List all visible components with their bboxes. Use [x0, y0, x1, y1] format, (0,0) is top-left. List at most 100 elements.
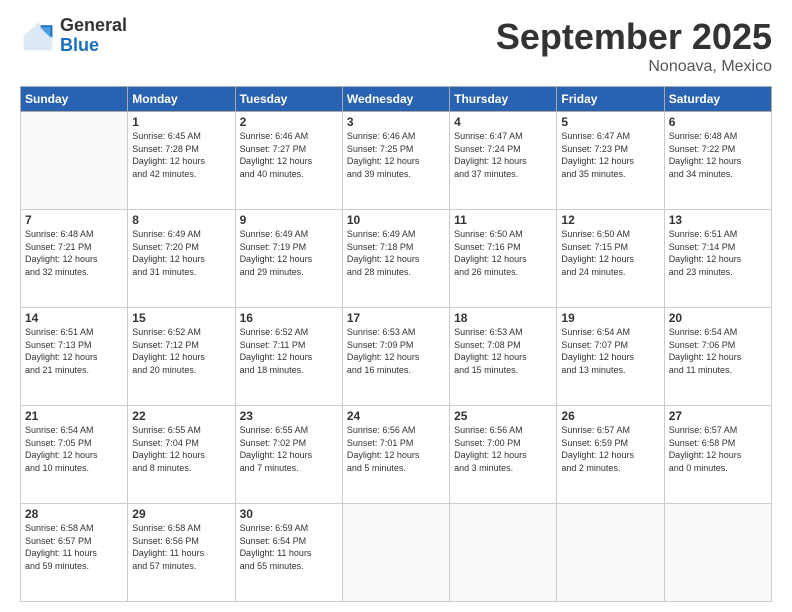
calendar-week-row-0: 1Sunrise: 6:45 AM Sunset: 7:28 PM Daylig… — [21, 112, 772, 210]
logo-text: General Blue — [60, 16, 127, 56]
day-info: Sunrise: 6:54 AM Sunset: 7:07 PM Dayligh… — [561, 326, 659, 376]
calendar-cell — [21, 112, 128, 210]
day-number: 1 — [132, 115, 230, 129]
header-saturday: Saturday — [664, 87, 771, 112]
calendar-week-row-2: 14Sunrise: 6:51 AM Sunset: 7:13 PM Dayli… — [21, 308, 772, 406]
calendar-cell: 27Sunrise: 6:57 AM Sunset: 6:58 PM Dayli… — [664, 406, 771, 504]
day-number: 8 — [132, 213, 230, 227]
calendar-header-row: Sunday Monday Tuesday Wednesday Thursday… — [21, 87, 772, 112]
calendar-cell: 23Sunrise: 6:55 AM Sunset: 7:02 PM Dayli… — [235, 406, 342, 504]
header-friday: Friday — [557, 87, 664, 112]
day-number: 28 — [25, 507, 123, 521]
day-number: 14 — [25, 311, 123, 325]
header-wednesday: Wednesday — [342, 87, 449, 112]
day-info: Sunrise: 6:46 AM Sunset: 7:27 PM Dayligh… — [240, 130, 338, 180]
calendar-week-row-4: 28Sunrise: 6:58 AM Sunset: 6:57 PM Dayli… — [21, 504, 772, 602]
day-number: 16 — [240, 311, 338, 325]
calendar-cell — [557, 504, 664, 602]
day-number: 11 — [454, 213, 552, 227]
day-info: Sunrise: 6:50 AM Sunset: 7:15 PM Dayligh… — [561, 228, 659, 278]
day-info: Sunrise: 6:45 AM Sunset: 7:28 PM Dayligh… — [132, 130, 230, 180]
day-number: 19 — [561, 311, 659, 325]
calendar-cell: 15Sunrise: 6:52 AM Sunset: 7:12 PM Dayli… — [128, 308, 235, 406]
header-sunday: Sunday — [21, 87, 128, 112]
day-info: Sunrise: 6:53 AM Sunset: 7:08 PM Dayligh… — [454, 326, 552, 376]
day-info: Sunrise: 6:51 AM Sunset: 7:13 PM Dayligh… — [25, 326, 123, 376]
calendar-week-row-3: 21Sunrise: 6:54 AM Sunset: 7:05 PM Dayli… — [21, 406, 772, 504]
calendar-cell — [450, 504, 557, 602]
day-number: 22 — [132, 409, 230, 423]
calendar-cell: 19Sunrise: 6:54 AM Sunset: 7:07 PM Dayli… — [557, 308, 664, 406]
day-number: 6 — [669, 115, 767, 129]
logo: General Blue — [20, 16, 127, 56]
day-number: 23 — [240, 409, 338, 423]
day-info: Sunrise: 6:56 AM Sunset: 7:01 PM Dayligh… — [347, 424, 445, 474]
header-monday: Monday — [128, 87, 235, 112]
day-number: 21 — [25, 409, 123, 423]
title-location: Nonoava, Mexico — [496, 58, 772, 76]
calendar-cell: 9Sunrise: 6:49 AM Sunset: 7:19 PM Daylig… — [235, 210, 342, 308]
day-info: Sunrise: 6:48 AM Sunset: 7:21 PM Dayligh… — [25, 228, 123, 278]
calendar-cell: 12Sunrise: 6:50 AM Sunset: 7:15 PM Dayli… — [557, 210, 664, 308]
day-number: 26 — [561, 409, 659, 423]
day-info: Sunrise: 6:52 AM Sunset: 7:12 PM Dayligh… — [132, 326, 230, 376]
header-thursday: Thursday — [450, 87, 557, 112]
calendar-cell: 20Sunrise: 6:54 AM Sunset: 7:06 PM Dayli… — [664, 308, 771, 406]
calendar-cell: 26Sunrise: 6:57 AM Sunset: 6:59 PM Dayli… — [557, 406, 664, 504]
calendar-cell: 5Sunrise: 6:47 AM Sunset: 7:23 PM Daylig… — [557, 112, 664, 210]
calendar-cell: 6Sunrise: 6:48 AM Sunset: 7:22 PM Daylig… — [664, 112, 771, 210]
calendar-cell: 28Sunrise: 6:58 AM Sunset: 6:57 PM Dayli… — [21, 504, 128, 602]
day-number: 27 — [669, 409, 767, 423]
day-number: 4 — [454, 115, 552, 129]
day-info: Sunrise: 6:54 AM Sunset: 7:06 PM Dayligh… — [669, 326, 767, 376]
calendar-cell: 24Sunrise: 6:56 AM Sunset: 7:01 PM Dayli… — [342, 406, 449, 504]
day-info: Sunrise: 6:49 AM Sunset: 7:18 PM Dayligh… — [347, 228, 445, 278]
calendar-cell: 10Sunrise: 6:49 AM Sunset: 7:18 PM Dayli… — [342, 210, 449, 308]
calendar-cell — [342, 504, 449, 602]
day-number: 29 — [132, 507, 230, 521]
day-number: 12 — [561, 213, 659, 227]
day-info: Sunrise: 6:49 AM Sunset: 7:19 PM Dayligh… — [240, 228, 338, 278]
day-info: Sunrise: 6:47 AM Sunset: 7:24 PM Dayligh… — [454, 130, 552, 180]
calendar-cell: 11Sunrise: 6:50 AM Sunset: 7:16 PM Dayli… — [450, 210, 557, 308]
day-info: Sunrise: 6:49 AM Sunset: 7:20 PM Dayligh… — [132, 228, 230, 278]
day-number: 25 — [454, 409, 552, 423]
calendar-cell: 13Sunrise: 6:51 AM Sunset: 7:14 PM Dayli… — [664, 210, 771, 308]
day-number: 15 — [132, 311, 230, 325]
day-number: 13 — [669, 213, 767, 227]
day-info: Sunrise: 6:52 AM Sunset: 7:11 PM Dayligh… — [240, 326, 338, 376]
calendar-cell: 29Sunrise: 6:58 AM Sunset: 6:56 PM Dayli… — [128, 504, 235, 602]
day-number: 5 — [561, 115, 659, 129]
calendar-cell: 7Sunrise: 6:48 AM Sunset: 7:21 PM Daylig… — [21, 210, 128, 308]
day-info: Sunrise: 6:47 AM Sunset: 7:23 PM Dayligh… — [561, 130, 659, 180]
logo-general-text: General — [60, 16, 127, 36]
calendar-cell: 4Sunrise: 6:47 AM Sunset: 7:24 PM Daylig… — [450, 112, 557, 210]
calendar-table: Sunday Monday Tuesday Wednesday Thursday… — [20, 86, 772, 602]
day-info: Sunrise: 6:53 AM Sunset: 7:09 PM Dayligh… — [347, 326, 445, 376]
day-info: Sunrise: 6:51 AM Sunset: 7:14 PM Dayligh… — [669, 228, 767, 278]
day-number: 24 — [347, 409, 445, 423]
title-month: September 2025 — [496, 16, 772, 58]
title-block: September 2025 Nonoava, Mexico — [496, 16, 772, 76]
calendar-cell — [664, 504, 771, 602]
day-info: Sunrise: 6:54 AM Sunset: 7:05 PM Dayligh… — [25, 424, 123, 474]
calendar-cell: 22Sunrise: 6:55 AM Sunset: 7:04 PM Dayli… — [128, 406, 235, 504]
day-info: Sunrise: 6:50 AM Sunset: 7:16 PM Dayligh… — [454, 228, 552, 278]
day-info: Sunrise: 6:55 AM Sunset: 7:04 PM Dayligh… — [132, 424, 230, 474]
calendar-cell: 30Sunrise: 6:59 AM Sunset: 6:54 PM Dayli… — [235, 504, 342, 602]
header: General Blue September 2025 Nonoava, Mex… — [20, 16, 772, 76]
calendar-week-row-1: 7Sunrise: 6:48 AM Sunset: 7:21 PM Daylig… — [21, 210, 772, 308]
day-info: Sunrise: 6:55 AM Sunset: 7:02 PM Dayligh… — [240, 424, 338, 474]
calendar-cell: 18Sunrise: 6:53 AM Sunset: 7:08 PM Dayli… — [450, 308, 557, 406]
day-info: Sunrise: 6:59 AM Sunset: 6:54 PM Dayligh… — [240, 522, 338, 572]
day-number: 30 — [240, 507, 338, 521]
calendar-cell: 25Sunrise: 6:56 AM Sunset: 7:00 PM Dayli… — [450, 406, 557, 504]
day-info: Sunrise: 6:58 AM Sunset: 6:57 PM Dayligh… — [25, 522, 123, 572]
calendar-cell: 1Sunrise: 6:45 AM Sunset: 7:28 PM Daylig… — [128, 112, 235, 210]
day-number: 17 — [347, 311, 445, 325]
logo-blue-text: Blue — [60, 36, 127, 56]
day-number: 3 — [347, 115, 445, 129]
calendar-cell: 17Sunrise: 6:53 AM Sunset: 7:09 PM Dayli… — [342, 308, 449, 406]
day-info: Sunrise: 6:57 AM Sunset: 6:59 PM Dayligh… — [561, 424, 659, 474]
calendar-cell: 8Sunrise: 6:49 AM Sunset: 7:20 PM Daylig… — [128, 210, 235, 308]
